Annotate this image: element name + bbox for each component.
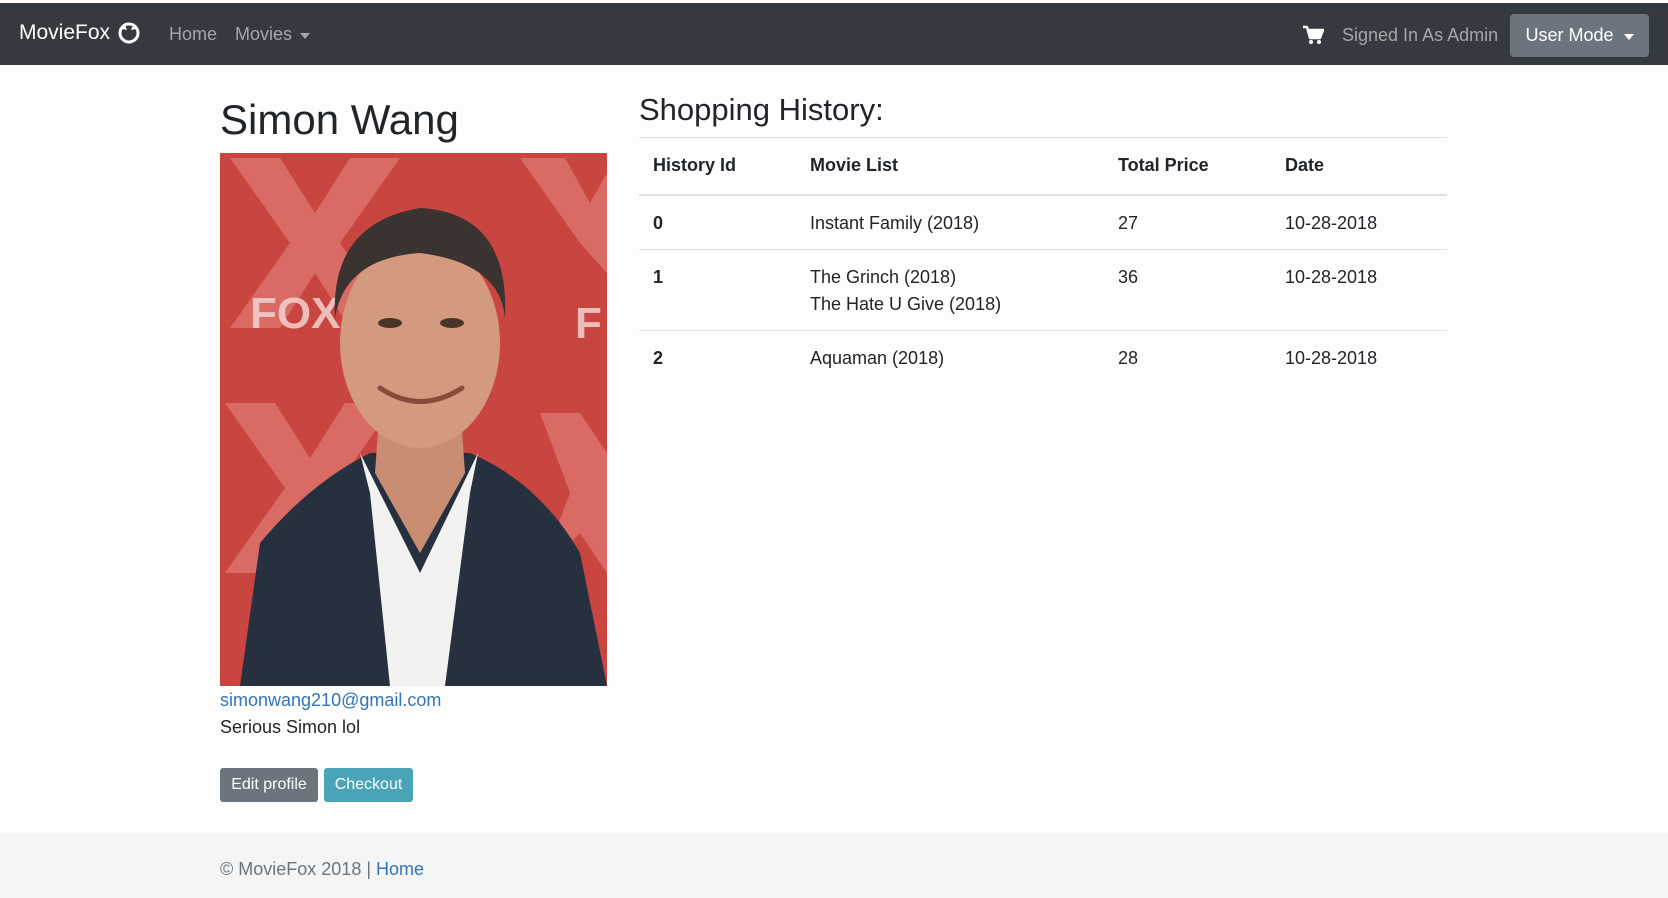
movie-list-cell: Instant Family (2018): [796, 195, 1104, 250]
history-id-cell: 2: [653, 347, 664, 368]
footer-home-link[interactable]: Home: [376, 859, 424, 879]
history-id-cell: 1: [653, 266, 664, 287]
footer: © MovieFox 2018 | Home: [0, 833, 1668, 898]
svg-text:F: F: [575, 299, 602, 348]
table-header: History Id Movie List Total Price Date: [639, 137, 1447, 195]
table-body: 0 Instant Family (2018) 27 10-28-2018 1 …: [639, 195, 1447, 384]
total-price-cell: 27: [1118, 212, 1139, 233]
svg-text:FOX: FOX: [250, 289, 340, 338]
movie-item: Aquaman (2018): [810, 347, 945, 368]
signed-in-status: Signed In As Admin: [1342, 25, 1499, 45]
chevron-down-icon: [1623, 33, 1634, 40]
movie-item: The Hate U Give (2018): [810, 293, 1002, 314]
nav-movies-dropdown[interactable]: Movies: [235, 24, 311, 45]
table-row: 1 The Grinch (2018) The Hate U Give (201…: [639, 249, 1447, 330]
date-cell: 10-28-2018: [1285, 212, 1378, 233]
movie-item: Instant Family (2018): [810, 212, 980, 233]
shopping-history-table: History Id Movie List Total Price Date 0…: [639, 137, 1447, 384]
cart-icon[interactable]: [1302, 25, 1324, 45]
profile-bio: Serious Simon lol: [220, 717, 361, 737]
profile-photo-image: FOX F: [220, 153, 607, 686]
movie-item: The Grinch (2018): [810, 266, 957, 287]
user-mode-label: User Mode: [1525, 25, 1614, 45]
table-header-row: History Id Movie List Total Price Date: [639, 137, 1447, 195]
chevron-down-icon: [300, 32, 311, 39]
history-id-cell: 0: [653, 212, 664, 233]
table-row: 2 Aquaman (2018) 28 10-28-2018: [639, 330, 1447, 384]
movie-list-cell: The Grinch (2018) The Hate U Give (2018): [796, 249, 1104, 330]
brand-link[interactable]: MovieFox: [19, 21, 140, 45]
movie-list-cell: Aquaman (2018): [796, 330, 1104, 384]
column-header-total-price: Total Price: [1118, 155, 1209, 176]
nav-movies-label: Movies: [235, 24, 293, 44]
profile-email-link[interactable]: simonwang210@gmail.com: [220, 690, 441, 711]
profile-photo: FOX F: [220, 153, 607, 686]
checkout-button[interactable]: Checkout: [324, 768, 413, 802]
fox-logo-icon: [118, 22, 140, 44]
navbar: MovieFox Home Movies Signed In As Admin …: [0, 3, 1668, 65]
brand-name: MovieFox: [19, 21, 111, 44]
column-header-movie-list: Movie List: [810, 155, 899, 176]
footer-text: © MovieFox 2018 | Home: [220, 859, 424, 880]
column-header-history-id: History Id: [653, 155, 737, 176]
shopping-history-title: Shopping History:: [639, 92, 884, 127]
profile-name: Simon Wang: [220, 96, 459, 143]
date-cell: 10-28-2018: [1285, 266, 1378, 287]
date-cell: 10-28-2018: [1285, 347, 1378, 368]
footer-copyright: © MovieFox 2018 |: [220, 859, 377, 879]
page: MovieFox Home Movies Signed In As Admin …: [0, 0, 1668, 898]
nav-home-link[interactable]: Home: [169, 24, 217, 45]
total-price-cell: 28: [1118, 347, 1139, 368]
table-row: 0 Instant Family (2018) 27 10-28-2018: [639, 195, 1447, 250]
column-header-date: Date: [1285, 155, 1325, 176]
total-price-cell: 36: [1118, 266, 1139, 287]
user-mode-dropdown-button[interactable]: User Mode: [1510, 14, 1649, 57]
edit-profile-button[interactable]: Edit profile: [220, 768, 318, 802]
